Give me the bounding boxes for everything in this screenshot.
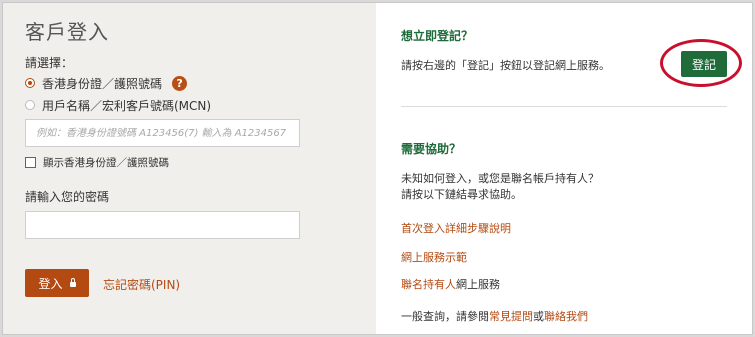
login-button[interactable]: 登入 <box>25 269 89 297</box>
page-title: 客戶登入 <box>25 20 109 44</box>
register-button[interactable]: 登記 <box>681 51 727 77</box>
contact-us-link[interactable]: 聯絡我們 <box>544 310 588 323</box>
show-id-checkbox-row[interactable]: 顯示香港身份證／護照號碼 <box>25 155 169 170</box>
section-divider <box>401 106 727 107</box>
choose-label: 請選擇： <box>25 56 74 70</box>
help-text-line-1: 未知如何登入，或您是聯名帳戶持有人？ <box>401 172 599 185</box>
radio-id-passport-label: 香港身份證／護照號碼 <box>42 76 163 91</box>
info-panel: 想立即登記？ 請按右邊的「登記」按鈕以登記網上服務。 登記 需要協助？ 未知如何… <box>376 3 752 334</box>
radio-username-mcn[interactable]: 用戶名稱／宏利客戶號碼(MCN) <box>25 97 211 113</box>
online-demo-link[interactable]: 網上服務示範 <box>401 249 467 265</box>
joint-holder-line: 聯名持有人網上服務 <box>401 276 500 292</box>
forgot-pin-link[interactable]: 忘記密碼(PIN) <box>103 276 180 293</box>
register-heading: 想立即登記？ <box>401 29 474 43</box>
radio-username-mcn-label: 用戶名稱／宏利客戶號碼(MCN) <box>42 98 212 113</box>
joint-holder-suffix: 網上服務 <box>456 278 500 291</box>
password-input[interactable] <box>26 212 299 238</box>
help-icon[interactable]: ? <box>172 75 188 91</box>
show-id-checkbox[interactable] <box>25 157 36 168</box>
help-text-line-2: 請按以下鏈結尋求協助。 <box>401 188 522 201</box>
login-panel: 客戶登入 請選擇： 香港身份證／護照號碼 ? 用戶名稱／宏利客戶號碼(MCN) … <box>3 3 376 334</box>
register-text: 請按右邊的「登記」按鈕以登記網上服務。 <box>401 59 610 72</box>
password-input-box[interactable] <box>25 211 300 239</box>
password-label: 請輸入您的密碼 <box>25 190 110 204</box>
login-button-label: 登入 <box>38 276 63 291</box>
faq-link[interactable]: 常見提問 <box>489 310 533 323</box>
id-input[interactable] <box>26 120 299 146</box>
faq-or: 或 <box>533 310 544 323</box>
lock-icon <box>69 277 76 287</box>
login-frame: 客戶登入 請選擇： 香港身份證／護照號碼 ? 用戶名稱／宏利客戶號碼(MCN) … <box>2 2 753 335</box>
faq-prefix: 一般查詢，請參閱 <box>401 310 489 323</box>
first-login-guide-link[interactable]: 首次登入詳細步驟說明 <box>401 220 511 236</box>
show-id-label: 顯示香港身份證／護照號碼 <box>43 157 169 169</box>
radio-unselected-indicator[interactable] <box>25 100 35 110</box>
radio-id-passport[interactable]: 香港身份證／護照號碼 ? <box>25 75 188 91</box>
id-input-box[interactable] <box>25 119 300 147</box>
help-heading: 需要協助？ <box>401 142 462 156</box>
joint-holder-link[interactable]: 聯名持有人 <box>401 278 456 291</box>
faq-line: 一般查詢，請參閱常見提問或聯絡我們 <box>401 308 588 324</box>
radio-selected-indicator[interactable] <box>25 78 35 88</box>
